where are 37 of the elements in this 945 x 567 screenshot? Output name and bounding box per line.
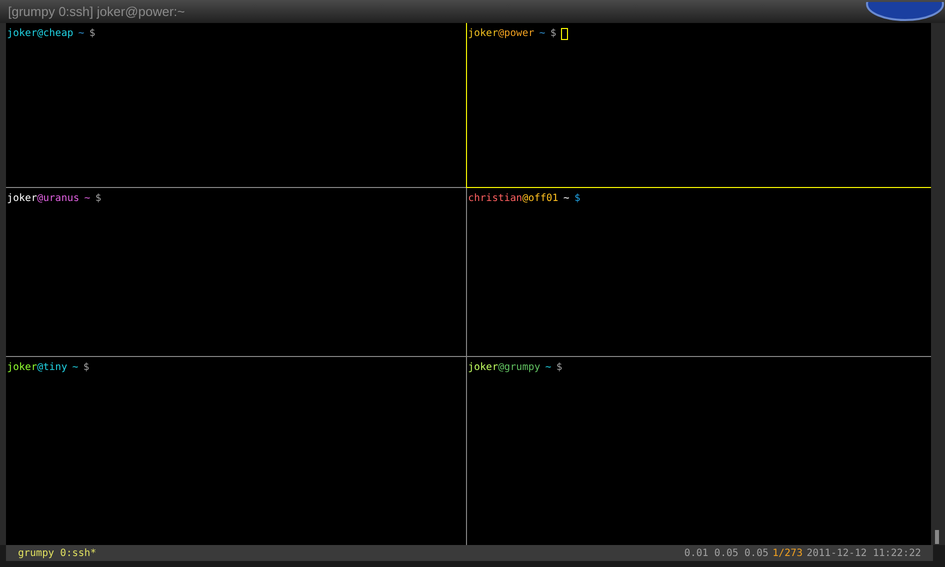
prompt-symbol: $	[550, 27, 556, 41]
prompt-host: @cheap	[37, 27, 74, 41]
prompt-user: joker	[7, 361, 38, 375]
prompt-user: joker	[468, 27, 498, 41]
prompt-symbol: $	[556, 361, 562, 375]
prompt-symbol: $	[95, 192, 102, 206]
prompt-host: @grumpy	[498, 361, 540, 375]
terminal-pane[interactable]: joker@cheap ~ $	[6, 23, 466, 188]
prompt-user: joker	[7, 27, 38, 41]
prompt-symbol: $	[574, 192, 580, 206]
window-list[interactable]: grumpy 0:ssh*	[18, 546, 96, 560]
prompt-path: ~	[539, 27, 546, 41]
load-average: 0.01 0.05 0.05	[684, 546, 768, 560]
prompt-user: christian	[468, 192, 522, 206]
prompt-host: @power	[498, 27, 534, 41]
counter: 1/273	[772, 546, 803, 560]
prompt-path: ~	[545, 361, 552, 375]
terminal-pane[interactable]: joker@uranus ~ $	[6, 188, 466, 357]
prompt-host: @tiny	[37, 361, 68, 375]
date-time: 2011-12-12 11:22:22	[806, 546, 921, 560]
prompt-path: ~	[78, 27, 84, 41]
text-cursor	[561, 28, 568, 40]
prompt-path: ~	[84, 192, 90, 206]
prompt-user: joker	[468, 361, 498, 375]
prompt-path: ~	[563, 192, 570, 206]
window-title: [grumpy 0:ssh] joker@power:~	[8, 5, 185, 18]
prompt-symbol: $	[83, 361, 90, 375]
prompt-host: @off01	[522, 192, 558, 206]
prompt-symbol: $	[89, 27, 96, 41]
prompt-host: @uranus	[37, 192, 80, 206]
terminal-pane[interactable]: christian@off01 ~ $	[466, 188, 931, 357]
prompt-path: ~	[72, 361, 78, 375]
terminal-pane[interactable]: joker@tiny ~ $	[6, 357, 466, 545]
prompt-user: joker	[7, 192, 38, 206]
scrollbar-thumb[interactable]	[935, 530, 939, 544]
terminal-pane[interactable]: joker@power ~ $	[466, 23, 931, 188]
logo-icon	[865, 2, 945, 22]
